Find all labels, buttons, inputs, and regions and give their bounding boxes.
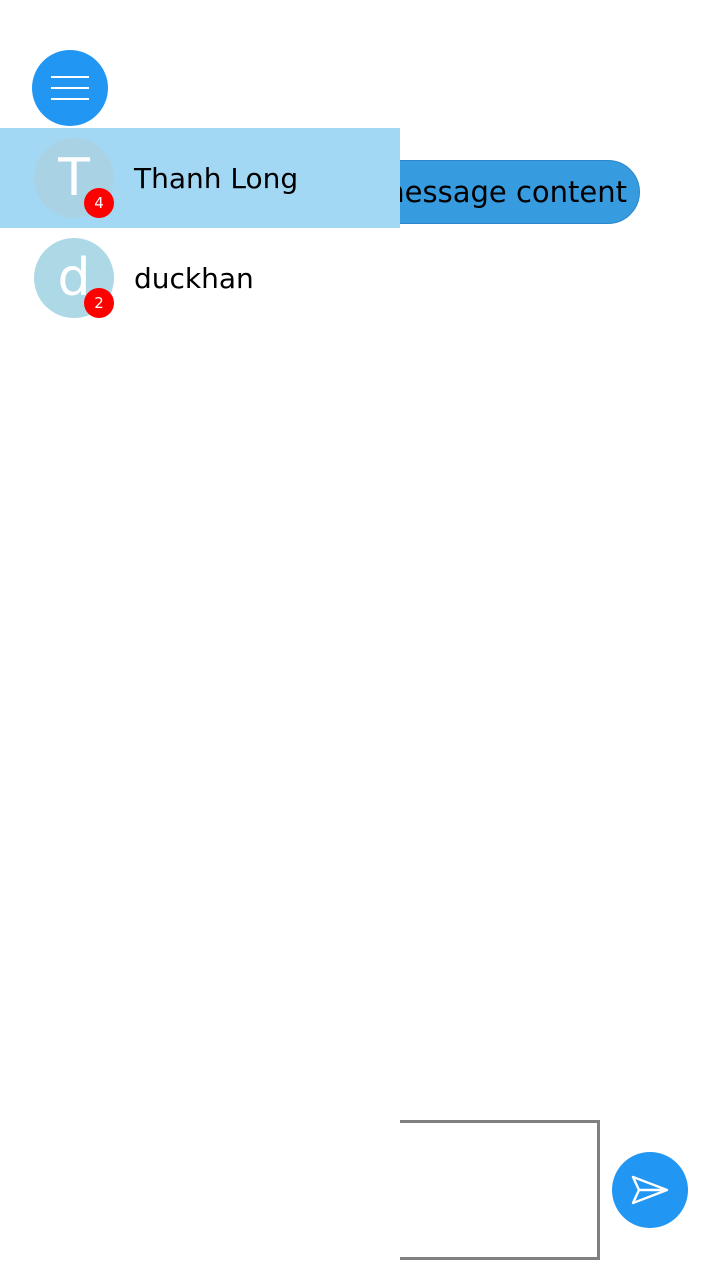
contact-item-thanh-long[interactable]: T 4 Thanh Long xyxy=(0,128,400,228)
contact-drawer: T 4 Thanh Long d 2 duckhan xyxy=(0,128,400,328)
message-input[interactable] xyxy=(400,1120,600,1260)
message-text: message content xyxy=(376,175,627,209)
chat-screen: message content T 4 Thanh Long d 2 duckh… xyxy=(0,0,720,1280)
unread-badge: 4 xyxy=(84,188,114,218)
avatar: T 4 xyxy=(34,138,114,218)
send-icon xyxy=(631,1175,669,1205)
unread-badge: 2 xyxy=(84,288,114,318)
contact-item-duckhan[interactable]: d 2 duckhan xyxy=(0,228,400,328)
contact-name: duckhan xyxy=(134,261,254,295)
menu-button[interactable] xyxy=(32,50,108,126)
contact-name: Thanh Long xyxy=(134,161,299,195)
send-button[interactable] xyxy=(612,1152,688,1228)
avatar: d 2 xyxy=(34,238,114,318)
hamburger-menu-icon xyxy=(51,76,89,100)
